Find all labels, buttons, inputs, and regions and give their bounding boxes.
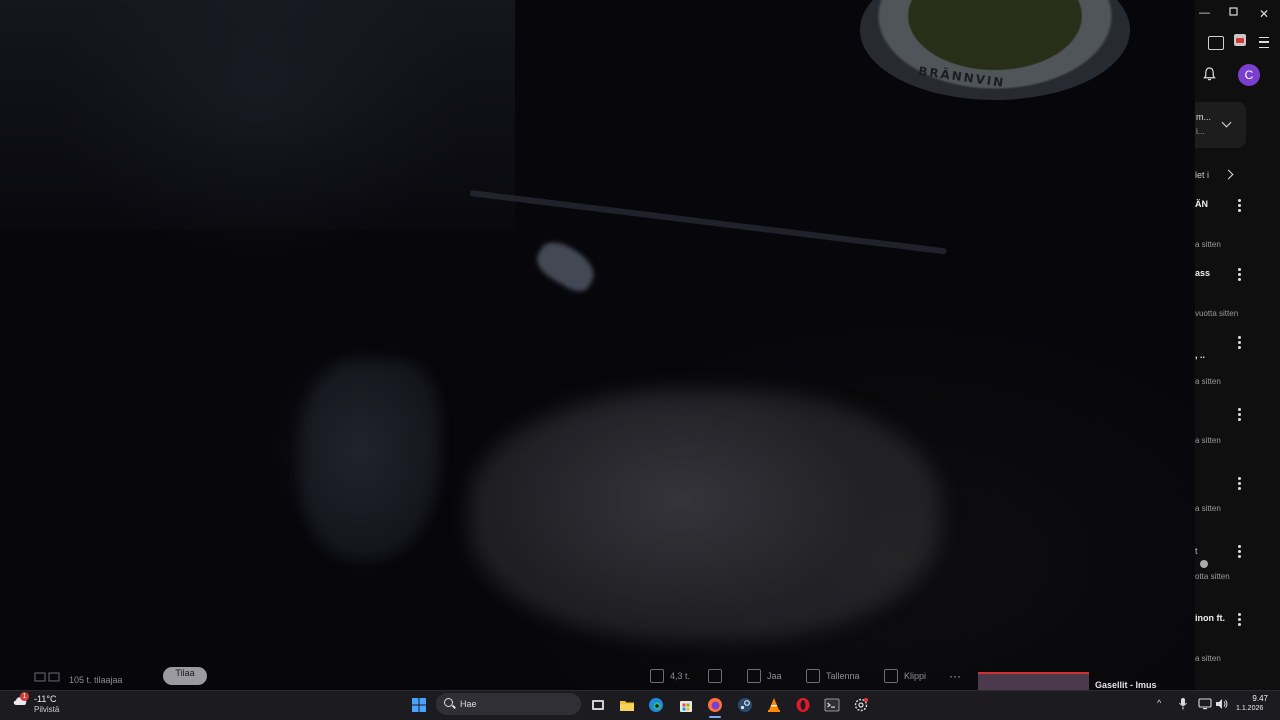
share-label: Jaa — [767, 671, 782, 681]
bookmark-icon — [806, 669, 820, 683]
network-icon[interactable] — [1198, 698, 1212, 710]
show-hidden-icons-icon[interactable]: ^ — [1157, 698, 1161, 708]
like-count: 4,3 t. — [670, 671, 691, 681]
save-label: Tallenna — [826, 671, 860, 681]
video-scene-lamp — [531, 235, 601, 297]
video-scene-pillow — [300, 360, 440, 560]
microphone-icon[interactable] — [1178, 697, 1188, 710]
recommendation-meta: a sitten — [1195, 377, 1221, 386]
maximize-window-icon[interactable] — [1229, 7, 1238, 19]
notifications-bell-icon[interactable] — [1203, 67, 1216, 81]
terminal-icon[interactable] — [824, 697, 840, 713]
more-vert-icon[interactable] — [1238, 613, 1241, 626]
more-vert-icon[interactable] — [1238, 545, 1241, 558]
thumbs-up-icon — [650, 669, 664, 683]
channel-avatar-icon — [34, 672, 60, 682]
video-scene-pole — [469, 190, 947, 255]
account-avatar[interactable]: C — [1238, 64, 1260, 86]
steam-icon[interactable] — [737, 697, 753, 713]
microsoft-store-icon[interactable] — [678, 697, 694, 713]
channel-icons — [34, 672, 62, 684]
playlist-card[interactable] — [1195, 102, 1246, 148]
taskbar — [0, 690, 1280, 720]
taskbar-clock[interactable]: 9.47 — [1238, 694, 1268, 703]
search-icon — [444, 698, 453, 707]
more-vert-icon[interactable] — [1238, 268, 1241, 281]
opera-icon[interactable] — [795, 697, 811, 713]
recommendation-meta: otta sitten — [1195, 572, 1230, 581]
recommendation-meta: a sitten — [1195, 654, 1221, 663]
edge-browser-icon[interactable] — [648, 697, 664, 713]
recommendation-title[interactable]: , .. — [1195, 350, 1205, 360]
recommendation-title[interactable]: t — [1195, 546, 1198, 556]
active-app-indicator — [709, 716, 721, 718]
more-vert-icon[interactable] — [1238, 408, 1241, 421]
close-window-icon[interactable]: ✕ — [1259, 7, 1269, 21]
video-scene-wall — [0, 0, 515, 230]
volume-icon[interactable] — [1215, 698, 1229, 710]
share-icon — [747, 669, 761, 683]
weather-condition[interactable]: Pilvistä — [34, 705, 59, 714]
weather-temperature[interactable]: -11°C — [34, 694, 56, 704]
filter-chip[interactable]: let i — [1195, 170, 1209, 180]
thumbs-down-icon — [708, 669, 722, 683]
share-button[interactable]: Jaa — [747, 667, 782, 685]
recommendation-meta: a sitten — [1195, 504, 1221, 513]
recommendation-title[interactable]: ÄN — [1195, 199, 1208, 209]
scissors-icon — [884, 669, 898, 683]
clip-label: Klippi — [904, 671, 927, 681]
recommendation-meta: a sitten — [1195, 240, 1221, 249]
up-next-thumbnail[interactable] — [978, 672, 1089, 690]
browser-menu-icon[interactable] — [1259, 37, 1269, 48]
video-player[interactable]: BRÄNNVIN — [0, 0, 1195, 690]
up-next-title[interactable]: Gasellit - Imus — [1095, 680, 1157, 690]
more-vert-icon[interactable] — [1238, 199, 1241, 212]
windows-start-icon[interactable] — [411, 697, 427, 713]
firefox-icon[interactable] — [707, 697, 723, 713]
taskbar-search-box[interactable] — [436, 693, 581, 715]
more-vert-icon[interactable] — [1238, 336, 1241, 349]
verified-badge-icon — [1200, 560, 1208, 568]
subscriber-count: 105 t. tilaajaa — [69, 675, 123, 685]
extensions-icon[interactable] — [1208, 36, 1224, 50]
playlist-card-subtitle: i... — [1196, 127, 1205, 136]
file-explorer-icon[interactable] — [619, 697, 635, 713]
video-scene-figure — [470, 390, 940, 640]
recommendation-meta: a sitten — [1195, 436, 1221, 445]
extension-badge-icon[interactable] — [1234, 34, 1246, 46]
minimize-window-icon[interactable]: — — [1199, 7, 1210, 19]
screen: BRÄNNVIN 105 t. tilaajaa Tilaa 4,3 t. Ja… — [0, 0, 1280, 720]
recommendation-meta: vuotta sitten — [1195, 309, 1239, 318]
weather-alert-badge: 1 — [20, 692, 29, 701]
subscribe-button[interactable]: Tilaa — [163, 667, 207, 685]
playlist-card-title: m... — [1196, 112, 1211, 122]
save-button[interactable]: Tallenna — [806, 667, 860, 685]
dislike-button[interactable] — [708, 667, 722, 685]
like-button[interactable]: 4,3 t. — [650, 667, 690, 685]
taskbar-date[interactable]: 1.1.2026 — [1236, 705, 1263, 712]
clip-button[interactable]: Klippi — [884, 667, 926, 685]
more-horizontal-icon: ··· — [949, 669, 961, 683]
recommendation-title[interactable]: ass — [1195, 268, 1210, 278]
task-view-icon[interactable] — [590, 697, 606, 713]
recommendation-title[interactable]: inon ft. — [1195, 613, 1225, 623]
more-vert-icon[interactable] — [1238, 477, 1241, 490]
vlc-icon[interactable] — [766, 697, 782, 713]
taskbar-search-placeholder: Hae — [460, 699, 477, 709]
more-actions-button[interactable]: ··· — [949, 667, 961, 685]
settings-gear-icon[interactable] — [853, 697, 869, 713]
